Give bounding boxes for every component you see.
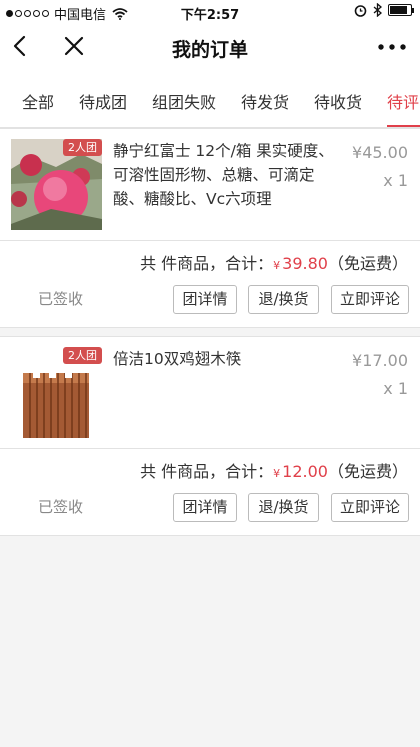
tab-group-failed[interactable]: 组团失败 xyxy=(152,89,216,113)
product-name[interactable]: 静宁红富士 12个/箱 果实硬度、可溶性固形物、总糖、可滴定酸、糖酸比、Vc六项… xyxy=(113,139,345,211)
order-total: 39.80 xyxy=(282,254,328,273)
order-total: 12.00 xyxy=(282,462,328,481)
product-quantity: x 1 xyxy=(383,171,408,190)
shipping-note: （免运费） xyxy=(327,254,408,273)
divider xyxy=(0,448,420,449)
order-status: 已签收 xyxy=(38,290,84,308)
summary-prefix: 共 件商品，合计： xyxy=(140,254,274,273)
nav-bar: 我的订单 xyxy=(0,24,420,70)
battery-icon xyxy=(388,4,414,16)
page-title: 我的订单 xyxy=(171,39,248,61)
order-summary: 共 件商品，合计：¥ 39.80（免运费） xyxy=(140,250,408,274)
more-icon[interactable] xyxy=(378,44,406,50)
review-now-button[interactable]: 立即评论 xyxy=(331,285,409,314)
group-badge: 2人团 xyxy=(63,347,102,364)
bluetooth-icon xyxy=(373,3,382,17)
tab-pending-receive[interactable]: 待收货 xyxy=(314,89,362,113)
order-card: 2人团 倍洁10双鸡翅木筷 ¥17.00 x 1 共 件商品，合计：¥ 12.00… xyxy=(0,336,420,536)
product-price: ¥45.00 xyxy=(352,143,408,162)
tab-all[interactable]: 全部 xyxy=(22,89,54,113)
group-badge: 2人团 xyxy=(63,139,102,156)
tab-pending-ship[interactable]: 待发货 xyxy=(241,89,289,113)
order-summary: 共 件商品，合计：¥ 12.00（免运费） xyxy=(140,458,408,482)
product-image-chopsticks[interactable]: 2人团 xyxy=(11,347,102,438)
order-tabs: 全部 待成团 组团失败 待发货 待收货 待评 xyxy=(0,70,420,128)
status-bar: 中国电信 下午2:57 xyxy=(0,0,420,24)
product-name[interactable]: 倍洁10双鸡翅木筷 xyxy=(113,347,345,371)
review-now-button[interactable]: 立即评论 xyxy=(331,493,409,522)
return-exchange-button[interactable]: 退/换货 xyxy=(248,285,319,314)
tab-pending-review[interactable]: 待评 xyxy=(387,89,419,113)
currency-symbol: ¥ xyxy=(273,467,281,480)
divider xyxy=(0,240,420,241)
alarm-icon xyxy=(354,4,367,17)
group-details-button[interactable]: 团详情 xyxy=(173,493,237,522)
product-price: ¥17.00 xyxy=(352,351,408,370)
summary-prefix: 共 件商品，合计： xyxy=(140,462,274,481)
active-tab-indicator xyxy=(387,125,420,127)
shipping-note: （免运费） xyxy=(327,462,408,481)
product-quantity: x 1 xyxy=(383,379,408,398)
return-exchange-button[interactable]: 退/换货 xyxy=(248,493,319,522)
order-card: 2人团 静宁红富士 12个/箱 果实硬度、可溶性固形物、总糖、可滴定酸、糖酸比、… xyxy=(0,128,420,328)
order-status: 已签收 xyxy=(38,498,84,516)
product-image-apple[interactable]: 2人团 xyxy=(11,139,102,230)
tab-pending-group[interactable]: 待成团 xyxy=(79,89,127,113)
currency-symbol: ¥ xyxy=(273,259,281,272)
group-details-button[interactable]: 团详情 xyxy=(173,285,237,314)
